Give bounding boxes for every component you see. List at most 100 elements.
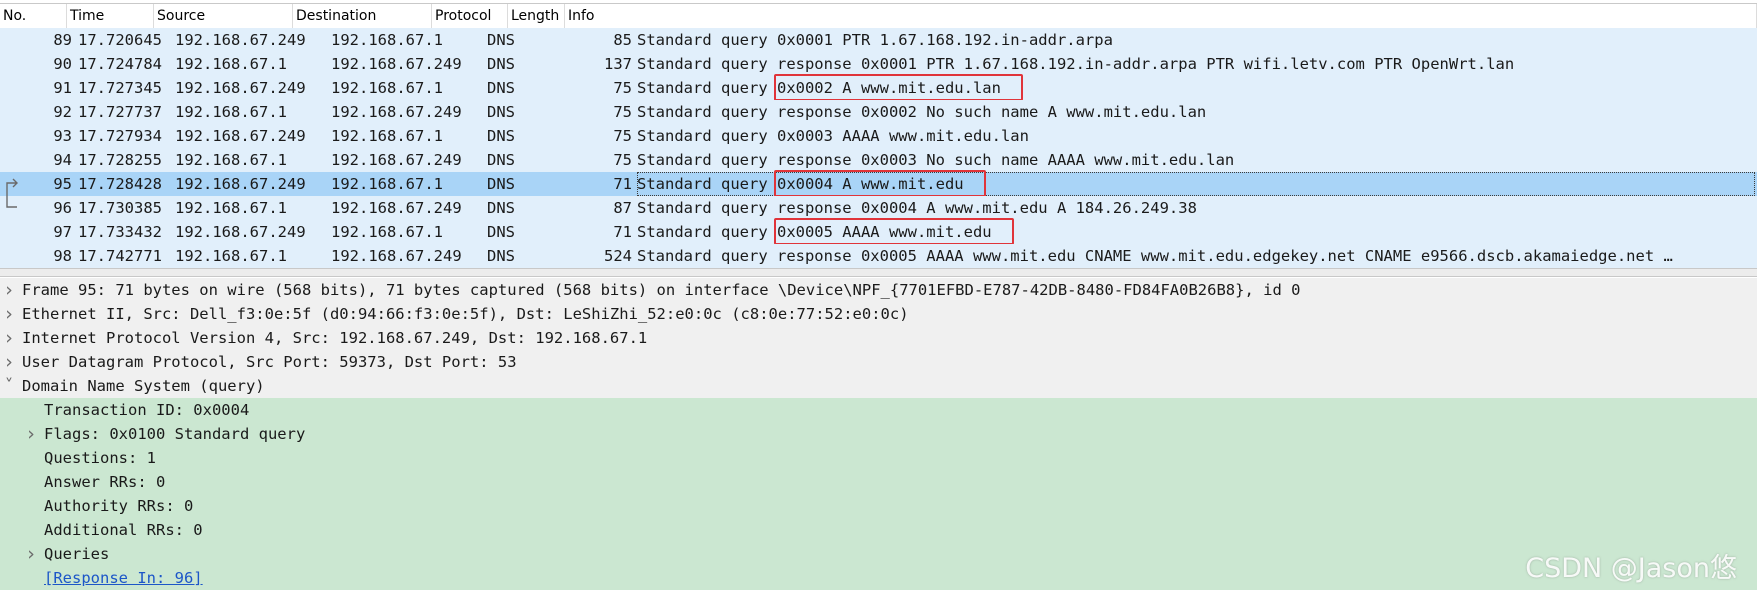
packet-list-header: No. Time Source Destination Protocol Length In… (0, 3, 1757, 29)
packet-details-tree[interactable]: › Frame 95: 71 bytes on wire (568 bits), … (0, 278, 1757, 596)
packet-row[interactable]: 97 17.733432 192.168.67.249 192.168.67.1 DNS… (0, 218, 1757, 245)
packet-source: 192.168.67.1 (175, 247, 287, 265)
packet-protocol: DNS (487, 103, 515, 121)
column-header-protocol[interactable]: Protocol (432, 4, 508, 28)
packet-row[interactable]: 91 17.727345 192.168.67.249 192.168.67.1 DNS… (0, 74, 1757, 101)
response-in-link[interactable]: [Response In: 96] (44, 566, 203, 590)
detail-queries[interactable]: › Queries (0, 542, 1757, 566)
packet-row[interactable]: 92 17.727737 192.168.67.1 192.168.67.249 DNS… (0, 100, 1757, 124)
packet-info-prefix: Standard query (637, 151, 777, 169)
packet-protocol: DNS (487, 55, 515, 73)
packet-source: 192.168.67.1 (175, 55, 287, 73)
packet-length: 137 (604, 55, 632, 73)
packet-info-detail: 0x0001 PTR 1.67.168.192.in-addr.arpa (776, 31, 1113, 49)
packet-info: Standard query response 0x0001 PTR 1.67.… (637, 52, 1755, 76)
detail-response-in-link[interactable]: [Response In: 96] (0, 566, 1757, 590)
packet-protocol: DNS (487, 79, 515, 97)
packet-time: 17.727737 (78, 103, 162, 121)
packet-info-detail: response 0x0002 No such name A www.mit.e… (776, 103, 1207, 121)
detail-text: Authority RRs: 0 (44, 497, 194, 515)
detail-additional-rrs[interactable]: Additional RRs: 0 (0, 518, 1757, 542)
packet-info-detail: 0x0004 A www.mit.edu (776, 175, 964, 193)
detail-text: Queries (44, 545, 110, 563)
packet-row[interactable]: 89 17.720645 192.168.67.249 192.168.67.1 DNS… (0, 28, 1757, 52)
packet-source: 192.168.67.249 (175, 175, 306, 193)
packet-row[interactable]: 94 17.728255 192.168.67.1 192.168.67.249 DNS… (0, 148, 1757, 172)
detail-udp[interactable]: › User Datagram Protocol, Src Port: 59373… (0, 350, 1757, 374)
detail-questions[interactable]: Questions: 1 (0, 446, 1757, 470)
packet-time: 17.742771 (78, 247, 162, 265)
packet-info-prefix: Standard query (637, 55, 777, 73)
column-header-info[interactable]: Info (565, 4, 1757, 28)
detail-answer-rrs[interactable]: Answer RRs: 0 (0, 470, 1757, 494)
packet-row[interactable]: 93 17.727934 192.168.67.249 192.168.67.1 DNS… (0, 124, 1757, 148)
packet-destination: 192.168.67.249 (331, 247, 462, 265)
packet-info: Standard query 0x0004 A www.mit.edu (637, 172, 1755, 196)
chevron-down-icon[interactable]: ˅ (1, 374, 17, 398)
column-header-no[interactable]: No. (0, 4, 67, 28)
packet-info-detail: 0x0005 AAAA www.mit.edu (776, 223, 992, 241)
column-header-source[interactable]: Source (154, 4, 293, 28)
packet-info-prefix: Standard query (637, 127, 777, 145)
packet-destination: 192.168.67.1 (331, 223, 443, 241)
detail-authority-rrs[interactable]: Authority RRs: 0 (0, 494, 1757, 518)
response-marker-icon (6, 196, 17, 208)
packet-destination: 192.168.67.249 (331, 199, 462, 217)
detail-transaction-id[interactable]: Transaction ID: 0x0004 (0, 398, 1757, 422)
packet-list[interactable]: No. Time Source Destination Protocol Length In… (0, 0, 1757, 268)
packet-info: Standard query 0x0003 AAAA www.mit.edu.l… (637, 124, 1755, 148)
detail-flags[interactable]: › Flags: 0x0100 Standard query (0, 422, 1757, 446)
column-header-length[interactable]: Length (508, 4, 565, 28)
chevron-right-icon[interactable]: › (1, 302, 17, 326)
packet-info-detail: response 0x0001 PTR 1.67.168.192.in-addr… (776, 55, 1515, 73)
packet-info-detail: 0x0002 A www.mit.edu.lan (776, 79, 1001, 97)
packet-destination: 192.168.67.249 (331, 103, 462, 121)
packet-protocol: DNS (487, 199, 515, 217)
packet-time: 17.720645 (78, 31, 162, 49)
packet-destination: 192.168.67.249 (331, 151, 462, 169)
packet-no: 91 (53, 79, 72, 97)
detail-frame[interactable]: › Frame 95: 71 bytes on wire (568 bits), … (0, 278, 1757, 302)
chevron-right-icon[interactable]: › (1, 350, 17, 374)
chevron-right-icon[interactable]: › (1, 326, 17, 350)
request-marker-icon (6, 178, 18, 196)
packet-row[interactable]: 96 17.730385 192.168.67.1 192.168.67.249 DNS… (0, 196, 1757, 220)
packet-protocol: DNS (487, 31, 515, 49)
packet-destination: 192.168.67.1 (331, 127, 443, 145)
detail-text: Internet Protocol Version 4, Src: 192.16… (22, 329, 648, 347)
packet-destination: 192.168.67.249 (331, 55, 462, 73)
column-header-time[interactable]: Time (67, 4, 154, 28)
packet-source: 192.168.67.249 (175, 223, 306, 241)
packet-protocol: DNS (487, 247, 515, 265)
packet-info-prefix: Standard query (637, 31, 777, 49)
packet-info: Standard query 0x0005 AAAA www.mit.edu (637, 220, 1755, 244)
packet-info-detail: response 0x0003 No such name AAAA www.mi… (776, 151, 1235, 169)
packet-time: 17.727345 (78, 79, 162, 97)
packet-row[interactable]: 98 17.742771 192.168.67.1 192.168.67.249 DNS… (0, 244, 1757, 268)
column-header-destination[interactable]: Destination (293, 4, 432, 28)
chevron-right-icon[interactable]: › (23, 542, 39, 566)
pane-splitter[interactable] (0, 268, 1757, 277)
packet-row[interactable]: 90 17.724784 192.168.67.1 192.168.67.249 DNS… (0, 52, 1757, 76)
packet-length: 75 (613, 151, 632, 169)
detail-text: Questions: 1 (44, 449, 156, 467)
detail-dns[interactable]: ˅ Domain Name System (query) (0, 374, 1757, 398)
detail-ipv4[interactable]: › Internet Protocol Version 4, Src: 192.1… (0, 326, 1757, 350)
packet-no: 93 (53, 127, 72, 145)
packet-info-detail: response 0x0005 AAAA www.mit.edu CNAME w… (776, 247, 1673, 265)
packet-info-detail: 0x0003 AAAA www.mit.edu.lan (776, 127, 1029, 145)
packet-length: 87 (613, 199, 632, 217)
packet-no: 92 (53, 103, 72, 121)
packet-no: 98 (53, 247, 72, 265)
packet-time: 17.724784 (78, 55, 162, 73)
chevron-right-icon[interactable]: › (1, 278, 17, 302)
packet-time: 17.727934 (78, 127, 162, 145)
detail-text: Additional RRs: 0 (44, 521, 203, 539)
packet-source: 192.168.67.1 (175, 151, 287, 169)
packet-no: 90 (53, 55, 72, 73)
packet-destination: 192.168.67.1 (331, 79, 443, 97)
packet-row[interactable]: 95 17.728428 192.168.67.249 192.168.67.1 DNS… (0, 170, 1757, 197)
packet-length: 75 (613, 79, 632, 97)
detail-ethernet[interactable]: › Ethernet II, Src: Dell_f3:0e:5f (d0:94:… (0, 302, 1757, 326)
chevron-right-icon[interactable]: › (23, 422, 39, 446)
